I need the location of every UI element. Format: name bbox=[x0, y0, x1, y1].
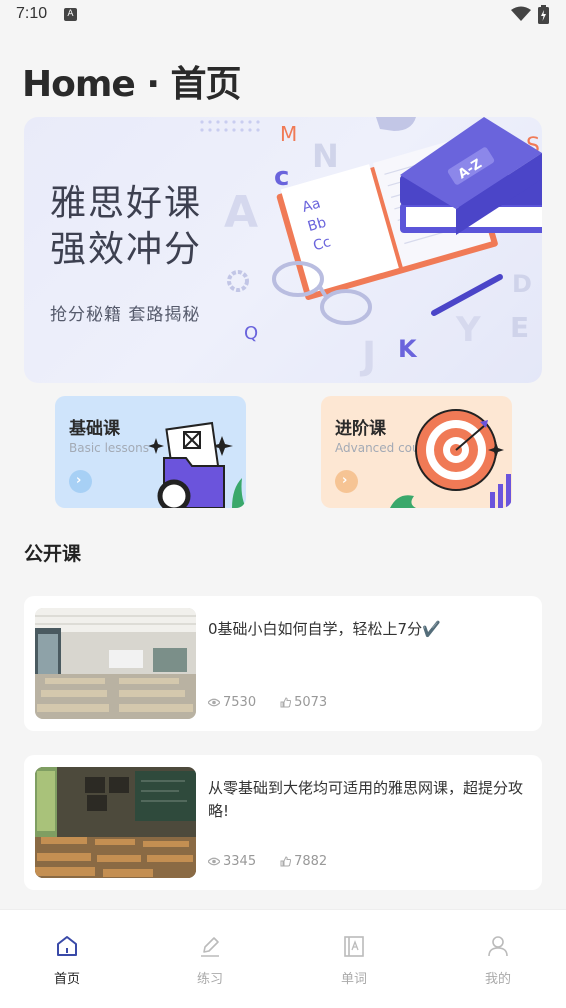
course-stats: 7530 5073 bbox=[208, 695, 351, 710]
hero-banner[interactable]: A c N M S D Y E J K Q Aa Bb Cc A-Z 雅思好课 … bbox=[24, 117, 542, 383]
course-title: 从零基础到大佬均可适用的雅思网课，超提分攻略! bbox=[208, 779, 524, 820]
svg-text:D: D bbox=[512, 270, 532, 298]
basic-lessons-card[interactable]: 基础课 Basic lessons › bbox=[55, 396, 246, 508]
svg-text:c: c bbox=[274, 162, 289, 192]
eye-icon bbox=[208, 698, 220, 707]
course-card[interactable]: 从零基础到大佬均可适用的雅思网课，超提分攻略! 3345 7882 bbox=[24, 755, 542, 890]
arrow-button[interactable]: › bbox=[69, 470, 92, 493]
folder-icon bbox=[148, 421, 246, 508]
card-title: 基础课 bbox=[69, 419, 120, 439]
wifi-icon bbox=[511, 6, 531, 21]
user-icon bbox=[488, 936, 508, 957]
nav-label: 首页 bbox=[53, 972, 80, 987]
course-stats: 3345 7882 bbox=[208, 854, 351, 869]
svg-text:A: A bbox=[224, 187, 258, 238]
nav-item-mine[interactable]: 我的 bbox=[448, 910, 548, 1008]
arrow-button[interactable]: › bbox=[335, 470, 358, 493]
hero-title: 雅思好课 强效冲分 bbox=[50, 183, 203, 270]
likes-stat: 5073 bbox=[280, 695, 327, 710]
svg-text:N: N bbox=[312, 137, 339, 175]
hero-subtitle: 抢分秘籍 套路揭秘 bbox=[50, 305, 201, 325]
svg-text:Q: Q bbox=[244, 323, 258, 344]
book-icon bbox=[344, 936, 364, 957]
course-card[interactable]: 0基础小白如何自学，轻松上7分✔️ 7530 5073 bbox=[24, 596, 542, 731]
views-count: 7530 bbox=[223, 695, 257, 710]
likes-count: 7882 bbox=[294, 854, 328, 869]
likes-count: 5073 bbox=[294, 695, 328, 710]
thumbs-up-icon bbox=[280, 856, 292, 867]
notification-icon: A bbox=[64, 8, 77, 21]
nav-label: 单词 bbox=[340, 972, 367, 987]
nav-item-practice[interactable]: 练习 bbox=[160, 910, 260, 1008]
svg-text:J: J bbox=[359, 334, 376, 378]
svg-text:K: K bbox=[398, 335, 418, 363]
status-time: 7:10 bbox=[16, 5, 48, 22]
study-illustration: A c N M S D Y E J K Q Aa Bb Cc A-Z bbox=[200, 117, 542, 378]
views-stat: 3345 bbox=[208, 854, 256, 869]
likes-stat: 7882 bbox=[280, 854, 327, 869]
section-title: 公开课 bbox=[24, 543, 82, 565]
card-title: 进阶课 bbox=[335, 419, 386, 439]
bottom-nav: 首页 练习 单词 我的 bbox=[0, 909, 566, 1008]
svg-text:M: M bbox=[280, 122, 297, 146]
views-count: 3345 bbox=[223, 854, 257, 869]
page-title: Home · 首页 bbox=[22, 64, 242, 105]
home-icon bbox=[57, 936, 77, 956]
course-title: 0基础小白如何自学，轻松上7分✔️ bbox=[208, 620, 441, 638]
advanced-course-card[interactable]: 进阶课 Advanced course › bbox=[321, 396, 512, 508]
thumbs-up-icon bbox=[280, 697, 292, 708]
chevron-right-icon: › bbox=[342, 473, 348, 488]
eye-icon bbox=[208, 857, 220, 866]
pencil-icon bbox=[201, 937, 219, 957]
nav-item-words[interactable]: 单词 bbox=[304, 910, 404, 1008]
nav-label: 我的 bbox=[484, 972, 511, 987]
battery-icon bbox=[538, 5, 549, 24]
nav-item-home[interactable]: 首页 bbox=[17, 910, 117, 1008]
status-bar: 7:10 A bbox=[0, 0, 566, 30]
chevron-right-icon: › bbox=[76, 473, 82, 488]
target-icon bbox=[390, 409, 511, 508]
views-stat: 7530 bbox=[208, 695, 256, 710]
svg-text:E: E bbox=[510, 311, 529, 344]
nav-label: 练习 bbox=[196, 972, 223, 987]
svg-text:Y: Y bbox=[455, 310, 481, 350]
classroom-image bbox=[35, 767, 196, 878]
classroom-image bbox=[35, 608, 196, 719]
